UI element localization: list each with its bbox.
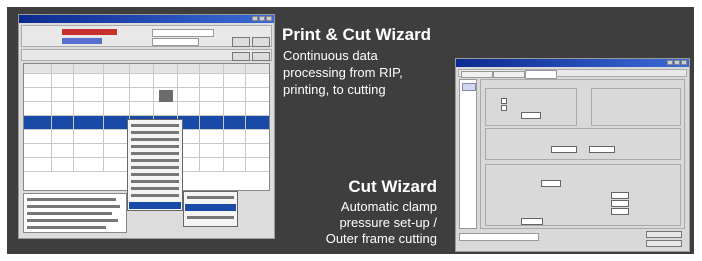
print-cut-wizard-title: Print & Cut Wizard (282, 25, 432, 44)
menu-item[interactable] (131, 138, 179, 141)
option-field[interactable] (541, 180, 561, 187)
toolbar (21, 25, 272, 47)
option-field[interactable] (551, 146, 577, 153)
input-field[interactable] (152, 38, 199, 46)
tab-strip (458, 69, 687, 79)
menu-item[interactable] (131, 159, 179, 162)
maximize-icon[interactable] (674, 60, 680, 65)
feature-panel: Print & Cut Wizard Continuous data proce… (7, 7, 694, 254)
cut-wizard-description: Automatic clamp pressure set-up / Outer … (325, 199, 437, 246)
red-input-field[interactable] (62, 29, 117, 35)
option-checkbox[interactable] (501, 98, 507, 104)
cut-wizard-screenshot (455, 58, 690, 252)
minimize-icon[interactable] (667, 60, 673, 65)
group-box (485, 88, 577, 126)
submenu (183, 191, 238, 227)
menu-item[interactable] (131, 166, 179, 169)
side-panel-item[interactable] (462, 83, 476, 91)
menu-item[interactable] (131, 194, 179, 197)
window-titlebar (456, 59, 689, 67)
status-field (459, 233, 539, 241)
group-box (485, 164, 681, 226)
close-icon[interactable] (681, 60, 687, 65)
submenu-item[interactable] (187, 216, 234, 219)
context-menu (127, 119, 183, 211)
filter-button[interactable] (252, 52, 270, 61)
menu-item[interactable] (131, 131, 179, 134)
print-cut-wizard-screenshot (18, 14, 275, 239)
log-panel (23, 193, 127, 233)
menu-item[interactable] (131, 180, 179, 183)
thumbnail-image (159, 90, 173, 102)
menu-item[interactable] (131, 173, 179, 176)
minimize-icon[interactable] (252, 16, 258, 21)
option-field[interactable] (589, 146, 615, 153)
blue-input-field[interactable] (62, 38, 102, 44)
option-field[interactable] (611, 208, 629, 215)
dialog-button[interactable] (646, 240, 682, 247)
input-field[interactable] (152, 29, 214, 37)
tab[interactable] (461, 71, 493, 78)
toolbar-button[interactable] (252, 37, 270, 47)
side-panel (459, 79, 477, 229)
submenu-item-highlighted[interactable] (185, 204, 236, 211)
menu-item-highlighted[interactable] (129, 202, 181, 209)
option-field[interactable] (521, 112, 541, 119)
menu-item[interactable] (131, 187, 179, 190)
print-cut-wizard-description: Continuous data processing from RIP, pri… (283, 48, 403, 97)
settings-area (480, 79, 685, 229)
filter-button[interactable] (232, 52, 250, 61)
cut-wizard-title: Cut Wizard (348, 177, 437, 196)
option-field[interactable] (521, 218, 543, 225)
group-box (591, 88, 681, 126)
menu-item[interactable] (131, 145, 179, 148)
dialog-button[interactable] (646, 231, 682, 238)
group-box (485, 128, 681, 160)
tab-active[interactable] (525, 70, 557, 79)
tab[interactable] (493, 71, 525, 78)
menu-item[interactable] (131, 124, 179, 127)
menu-item[interactable] (131, 152, 179, 155)
maximize-icon[interactable] (259, 16, 265, 21)
window-titlebar (19, 15, 274, 23)
option-checkbox[interactable] (501, 105, 507, 111)
submenu-item[interactable] (187, 196, 234, 199)
filter-bar (21, 49, 272, 61)
toolbar-button[interactable] (232, 37, 250, 47)
close-icon[interactable] (266, 16, 272, 21)
option-field[interactable] (611, 200, 629, 207)
option-field[interactable] (611, 192, 629, 199)
